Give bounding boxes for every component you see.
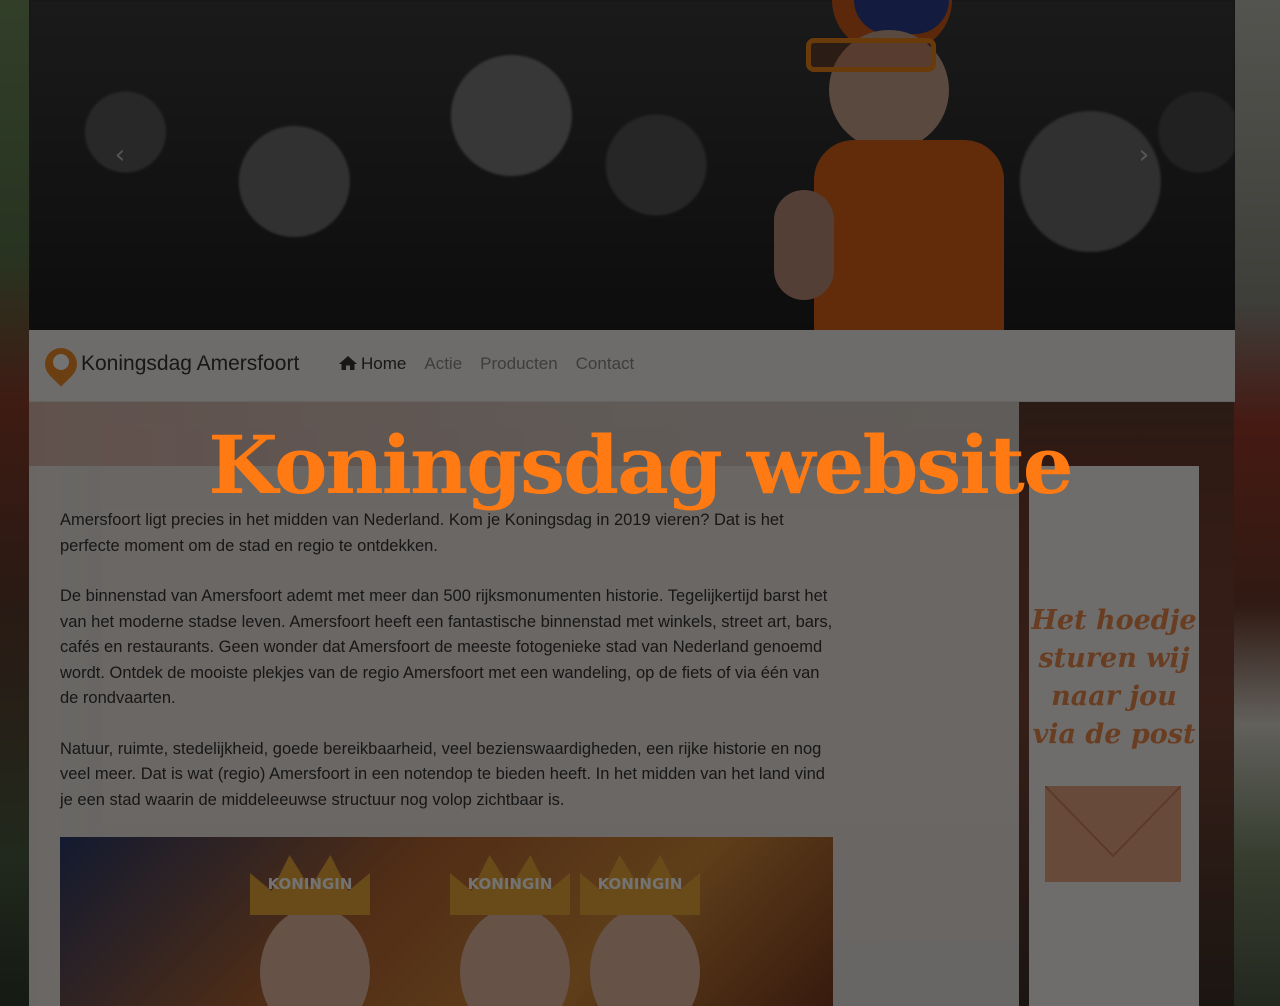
crown-label: KONINGIN: [267, 875, 353, 893]
photo-face: [590, 907, 700, 1006]
brand-title[interactable]: Koningsdag Amersfoort: [81, 352, 299, 376]
hero-carousel[interactable]: ‹ ›: [29, 0, 1235, 330]
sidebar-promo-text: Het hoedje sturen wij naar jou via de po…: [1031, 605, 1197, 750]
home-icon: [339, 356, 357, 370]
chevron-left-icon[interactable]: ‹: [105, 140, 135, 170]
nav-home-label: Home: [361, 354, 407, 373]
chevron-right-icon[interactable]: ›: [1129, 140, 1159, 170]
envelope-icon[interactable]: [1045, 786, 1181, 882]
content-photo: KONINGIN KONINGIN KONINGIN: [60, 837, 833, 1006]
nav-actie[interactable]: Actie: [424, 354, 462, 374]
nav-producten[interactable]: Producten: [480, 354, 558, 374]
main-nav: Home Actie Producten Contact: [339, 354, 634, 374]
crown-label: KONINGIN: [467, 875, 553, 893]
carousel-image: [29, 0, 1235, 330]
carousel-kid-figure: [774, 0, 1014, 330]
sidebar-card[interactable]: Het hoedje sturen wij naar jou via de po…: [1029, 466, 1199, 1006]
photo-face: [460, 907, 570, 1006]
nav-home[interactable]: Home: [339, 354, 406, 374]
content-text: Amersfoort ligt precies in het midden va…: [60, 508, 840, 838]
overlay-title: Koningsdag website: [208, 418, 1073, 512]
photo-face: [260, 907, 370, 1006]
paragraph: Natuur, ruimte, stedelijkheid, goede ber…: [60, 739, 825, 809]
paragraph: Amersfoort ligt precies in het midden va…: [60, 511, 784, 555]
nav-contact[interactable]: Contact: [576, 354, 635, 374]
paragraph: De binnenstad van Amersfoort ademt met m…: [60, 587, 833, 707]
map-pin-logo-icon[interactable]: [38, 341, 84, 388]
navbar: Koningsdag Amersfoort Home Actie Product…: [29, 330, 1235, 402]
crown-label: KONINGIN: [597, 875, 683, 893]
